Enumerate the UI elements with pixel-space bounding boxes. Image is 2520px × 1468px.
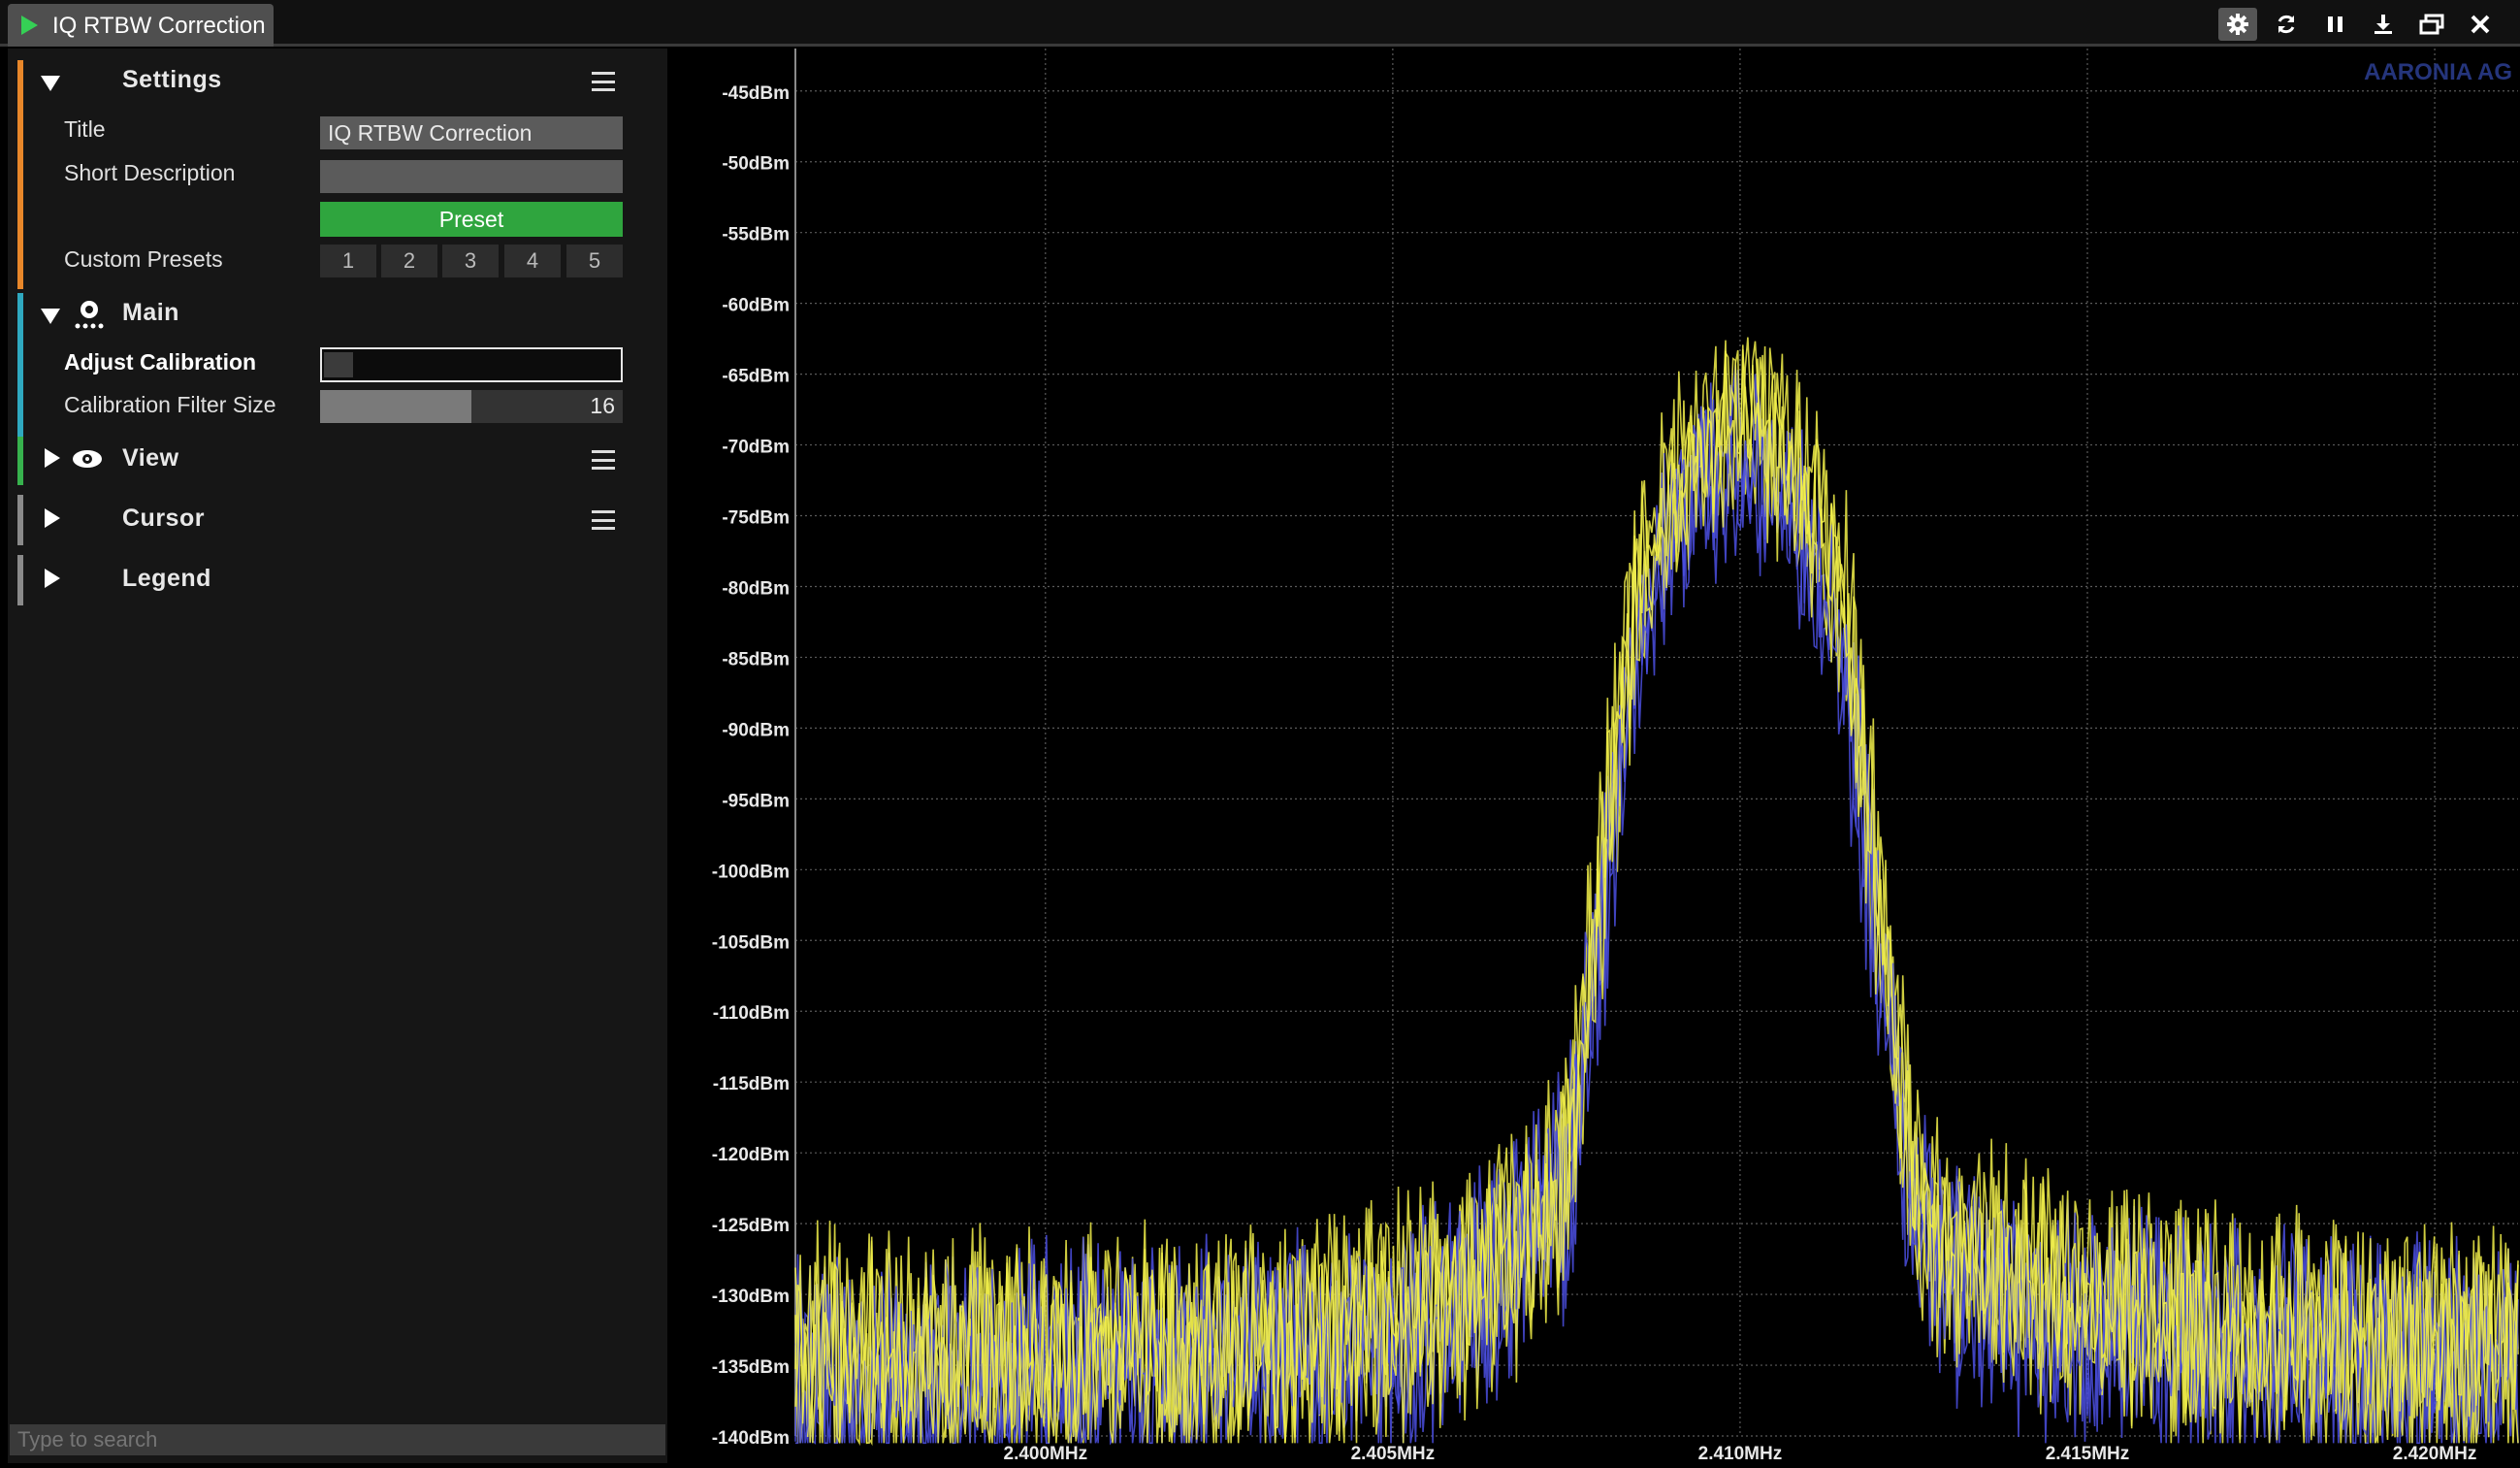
spectrum-chart-svg[interactable]: -45dBm -50dBm -55dBm -60dBm -65dBm -70dBm -75d…: [669, 49, 2520, 1464]
y-tick-label: -85dBm: [722, 649, 790, 669]
expand-arrow-icon[interactable]: [45, 448, 60, 468]
search-input[interactable]: [10, 1424, 665, 1455]
title-bar: IQ RTBW Correction: [0, 0, 2520, 47]
y-tick-label: -130dBm: [712, 1287, 790, 1307]
collapse-arrow-icon[interactable]: [41, 76, 60, 91]
pause-button[interactable]: [2315, 8, 2354, 41]
legend-section-header[interactable]: Legend: [8, 555, 667, 602]
y-tick-label: -90dBm: [722, 720, 790, 740]
spectrum-chart[interactable]: -45dBm -50dBm -55dBm -60dBm -65dBm -70dBm -75d…: [669, 49, 2520, 1464]
calibration-filter-size-fill: [320, 390, 471, 423]
close-icon: [2471, 15, 2490, 34]
x-tick-label: 2.400MHz: [1004, 1444, 1088, 1463]
short-description-label: Short Description: [64, 160, 236, 185]
y-tick-label: -55dBm: [722, 225, 790, 245]
refresh-icon: [2278, 15, 2295, 34]
expand-arrow-icon[interactable]: [45, 569, 60, 588]
pause-icon: [2327, 16, 2342, 32]
title-label: Title: [64, 116, 106, 142]
calibration-filter-size-value: 16: [590, 393, 615, 418]
adjust-calibration-label: Adjust Calibration: [64, 349, 257, 375]
y-tick-label: -140dBm: [712, 1428, 790, 1449]
calibration-filter-size-label: Calibration Filter Size: [64, 392, 276, 417]
grid-lines: [795, 49, 2518, 1437]
title-field[interactable]: IQ RTBW Correction: [320, 116, 623, 149]
x-tick-label: 2.405MHz: [1351, 1444, 1436, 1463]
cursor-section-header[interactable]: Cursor: [8, 495, 667, 541]
view-menu-icon[interactable]: [592, 450, 615, 470]
y-tick-label: -115dBm: [713, 1074, 790, 1094]
custom-preset-2-button[interactable]: 2: [381, 245, 437, 277]
y-tick-label: -50dBm: [722, 154, 790, 175]
adjust-calibration-knob[interactable]: [324, 352, 353, 377]
y-tick-label: -100dBm: [712, 862, 790, 882]
collapse-arrow-icon[interactable]: [41, 309, 60, 324]
main-section-label: Main: [122, 299, 179, 326]
window-tab-title: IQ RTBW Correction: [52, 13, 266, 39]
custom-preset-1-button[interactable]: 1: [320, 245, 376, 277]
custom-presets-label: Custom Presets: [64, 246, 223, 272]
calibration-filter-size-slider[interactable]: 16: [320, 390, 623, 423]
eye-icon: [73, 450, 102, 468]
y-tick-label: -70dBm: [722, 438, 790, 458]
y-tick-label: -125dBm: [712, 1216, 790, 1236]
settings-menu-icon[interactable]: [592, 72, 615, 91]
settings-section-label: Settings: [122, 66, 222, 93]
adjust-calibration-control[interactable]: [320, 347, 623, 382]
custom-preset-5-button[interactable]: 5: [566, 245, 623, 277]
y-tick-label: -60dBm: [722, 296, 790, 316]
window-icon: [2419, 14, 2444, 35]
cursor-section-label: Cursor: [122, 505, 205, 532]
y-tick-label: -80dBm: [722, 578, 790, 599]
x-tick-label: 2.410MHz: [1698, 1444, 1783, 1463]
gear-icon: [2227, 14, 2248, 35]
view-section-label: View: [122, 444, 179, 472]
download-icon: [2375, 15, 2392, 34]
y-tick-label: -65dBm: [722, 367, 790, 387]
main-icon: [75, 301, 104, 329]
play-icon[interactable]: [21, 16, 38, 35]
y-tick-label: -105dBm: [712, 932, 790, 953]
x-tick-label: 2.415MHz: [2046, 1444, 2130, 1463]
view-section-header[interactable]: View: [8, 435, 667, 481]
cursor-menu-icon[interactable]: [592, 510, 615, 530]
custom-preset-3-button[interactable]: 3: [442, 245, 499, 277]
legend-section-label: Legend: [122, 565, 211, 592]
custom-presets-group: 1 2 3 4 5: [320, 245, 623, 277]
download-button[interactable]: [2364, 8, 2403, 41]
y-tick-label: -75dBm: [722, 508, 790, 529]
window-tab[interactable]: IQ RTBW Correction: [8, 4, 274, 47]
y-tick-label: -120dBm: [712, 1145, 790, 1165]
y-tick-label: -135dBm: [712, 1357, 790, 1378]
window-button[interactable]: [2412, 8, 2451, 41]
settings-button[interactable]: [2218, 8, 2257, 41]
main-section-header[interactable]: Main: [8, 289, 667, 336]
settings-sidebar: Settings Title IQ RTBW Correction Short …: [8, 49, 667, 1463]
custom-preset-4-button[interactable]: 4: [504, 245, 561, 277]
y-tick-label: -45dBm: [722, 83, 790, 104]
expand-arrow-icon[interactable]: [45, 508, 60, 528]
preset-button[interactable]: Preset: [320, 202, 623, 237]
y-tick-label: -110dBm: [713, 1003, 790, 1024]
settings-section-header[interactable]: Settings: [8, 58, 667, 101]
watermark-text: AARONIA AG: [2364, 59, 2512, 85]
x-tick-label: 2.420MHz: [2393, 1444, 2477, 1463]
refresh-button[interactable]: [2267, 8, 2306, 41]
close-button[interactable]: [2461, 8, 2500, 41]
short-description-field[interactable]: [320, 160, 623, 193]
y-tick-label: -95dBm: [722, 791, 790, 811]
